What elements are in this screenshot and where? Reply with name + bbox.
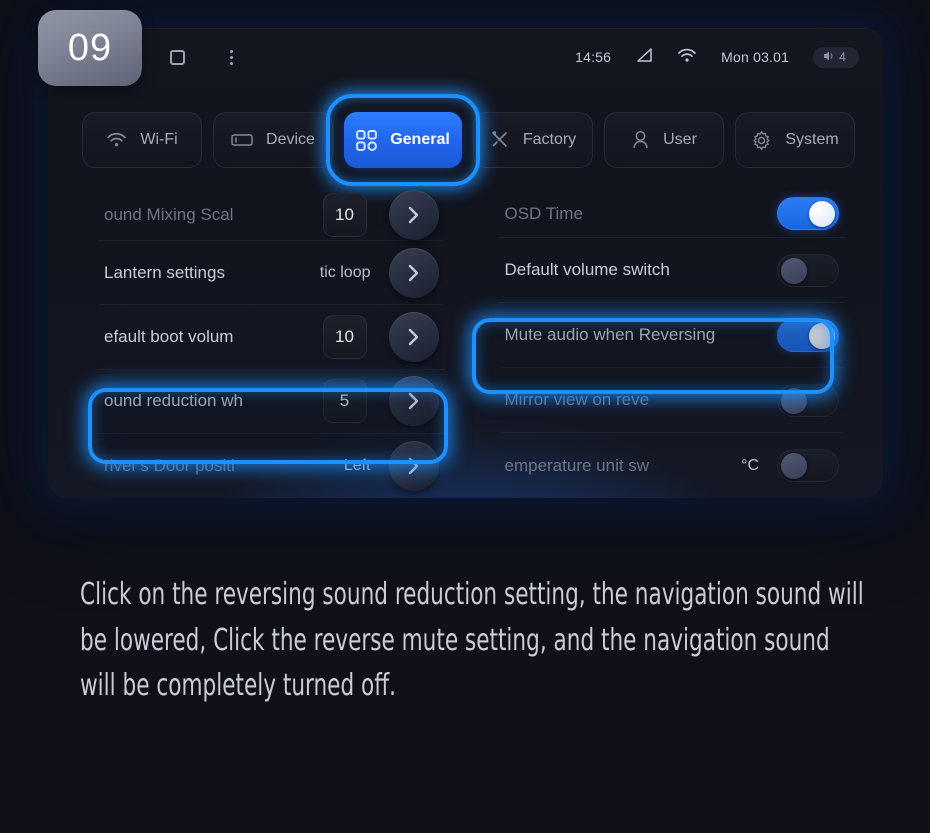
volume-level: 4: [839, 50, 846, 64]
settings-column-left: ound Mixing Scal 10 Lantern settings tic…: [48, 190, 461, 498]
settings-row[interactable]: OSD Time: [498, 190, 845, 239]
toggle-switch[interactable]: [777, 383, 839, 417]
badge-number: 09: [67, 26, 113, 69]
toggle-switch[interactable]: [777, 318, 839, 352]
tab-label: General: [390, 131, 450, 148]
step-number-badge: 09: [38, 10, 142, 86]
grid-icon: [356, 129, 378, 151]
device-screen: 14:56 Mon 03.01 4 Wi-Fi Device General F…: [48, 28, 883, 498]
tab-system[interactable]: System: [735, 112, 855, 168]
row-label: Mirror view on reve: [504, 390, 650, 410]
settings-list: ound Mixing Scal 10 Lantern settings tic…: [48, 190, 883, 498]
row-label: efault boot volum: [104, 326, 234, 346]
tab-user[interactable]: User: [604, 112, 724, 168]
chevron-right-icon[interactable]: [388, 376, 439, 427]
row-value-chip[interactable]: 10: [322, 193, 367, 237]
volume-icon: [823, 50, 834, 65]
status-date: Mon 03.01: [721, 49, 790, 65]
tab-general[interactable]: General: [326, 94, 480, 186]
square-icon[interactable]: [170, 49, 185, 65]
caption-text: Click on the reversing sound reduction s…: [80, 577, 864, 704]
settings-tab-bar: Wi-Fi Device General Factory User System: [82, 94, 855, 186]
row-value-chip[interactable]: 10: [322, 314, 367, 359]
tab-wifi[interactable]: Wi-Fi: [82, 112, 202, 168]
device-icon: [231, 132, 253, 148]
status-bar: 14:56 Mon 03.01 4: [48, 28, 883, 86]
tab-factory[interactable]: Factory: [473, 112, 593, 168]
toggle-switch[interactable]: [777, 253, 839, 287]
chevron-right-icon[interactable]: [388, 190, 439, 240]
settings-row[interactable]: Lantern settings tic loop: [98, 241, 445, 306]
row-label: Default volume switch: [504, 260, 670, 280]
row-value: tic loop: [319, 263, 371, 281]
toggle-switch[interactable]: [777, 449, 839, 483]
row-label: emperature unit sw: [504, 455, 650, 475]
row-value: Left: [343, 456, 371, 474]
tools-icon: [490, 130, 510, 150]
settings-row[interactable]: emperature unit sw °C: [499, 433, 846, 498]
tab-label: System: [785, 131, 839, 148]
wifi-icon: [106, 132, 127, 148]
toggle-switch[interactable]: [777, 197, 839, 231]
status-time: 14:56: [575, 49, 612, 65]
tab-label: Device: [266, 131, 315, 148]
settings-row[interactable]: river's Door positi Left: [98, 434, 445, 498]
three-dots-icon[interactable]: [230, 49, 233, 65]
row-label: Mute audio when Reversing: [504, 325, 716, 345]
gear-icon: [751, 130, 772, 151]
tab-device[interactable]: Device: [213, 112, 333, 168]
row-label: ound reduction wh: [104, 391, 243, 411]
chevron-right-icon[interactable]: [388, 311, 439, 362]
row-label: Lantern settings: [104, 262, 225, 282]
tab-label: Wi-Fi: [140, 131, 178, 148]
tab-label: Factory: [522, 131, 577, 148]
person-icon: [631, 130, 650, 150]
wifi-icon: [677, 48, 697, 66]
settings-row[interactable]: Default volume switch: [498, 238, 845, 304]
signal-triangle-icon: [635, 48, 653, 66]
settings-row[interactable]: ound Mixing Scal 10: [98, 190, 445, 241]
chevron-right-icon[interactable]: [388, 247, 439, 298]
settings-row-sound-reduction[interactable]: ound reduction wh 5: [98, 370, 445, 434]
settings-row-mute-reversing[interactable]: Mute audio when Reversing: [498, 303, 845, 369]
tab-label: User: [663, 131, 697, 148]
row-value: °C: [741, 456, 759, 474]
chevron-right-icon[interactable]: [388, 440, 439, 491]
row-label: ound Mixing Scal: [104, 205, 234, 224]
row-value-chip[interactable]: 5: [322, 379, 367, 424]
row-label: OSD Time: [504, 203, 583, 223]
settings-column-right: OSD Time Default volume switch Mute audi…: [461, 190, 884, 498]
settings-row[interactable]: efault boot volum 10: [98, 305, 445, 370]
status-bar-right: 14:56 Mon 03.01 4: [575, 46, 859, 68]
row-label: river's Door positi: [104, 455, 235, 475]
settings-row[interactable]: Mirror view on reve: [498, 368, 845, 434]
status-badge[interactable]: 4: [813, 46, 859, 68]
